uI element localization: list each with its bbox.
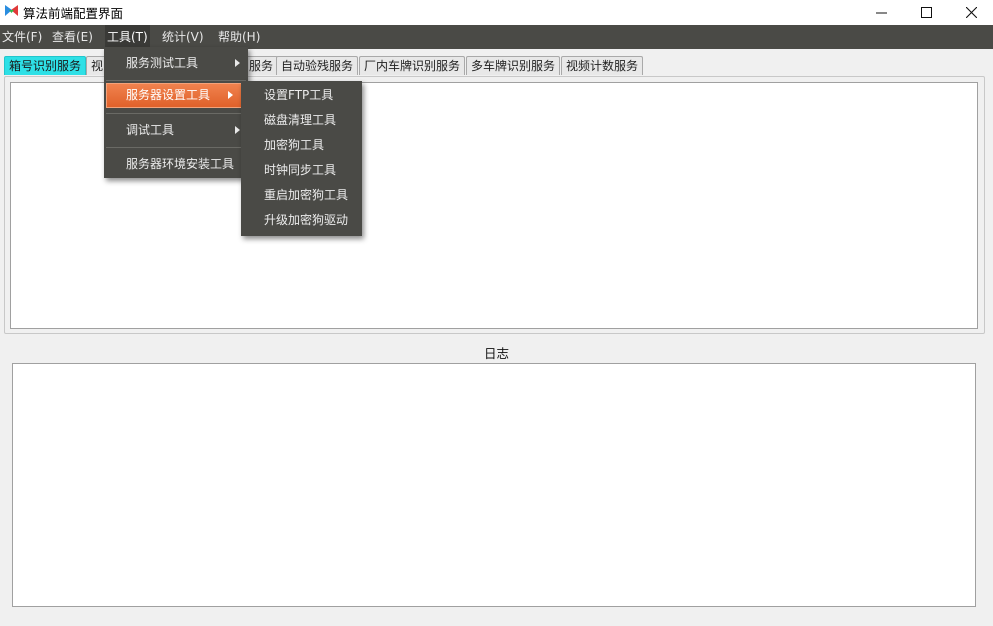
tools-menu-dropdown: 服务测试工具 服务器设置工具 调试工具 服务器环境安装工具 <box>104 47 248 178</box>
menu-item-server-settings-tool[interactable]: 服务器设置工具 <box>106 83 242 108</box>
menu-file[interactable]: 文件(F) <box>0 25 44 49</box>
menu-separator <box>106 147 246 148</box>
menu-separator <box>106 113 246 114</box>
submenu-item-clock-sync[interactable]: 时钟同步工具 <box>241 158 362 183</box>
window-title: 算法前端配置界面 <box>23 6 124 21</box>
tab-container-number-recognition[interactable]: 箱号识别服务 <box>4 56 87 75</box>
maximize-icon <box>920 7 932 18</box>
submenu-item-disk-cleanup[interactable]: 磁盘清理工具 <box>241 108 362 133</box>
close-icon <box>965 7 977 18</box>
menu-item-label: 服务器设置工具 <box>126 88 211 102</box>
menu-item-label: 调试工具 <box>126 123 175 137</box>
menu-statistics[interactable]: 统计(V) <box>160 25 206 49</box>
app-window: 算法前端配置界面 文件(F) 查看(E) 工具(T) 统计(V) 帮助(H) 箱… <box>0 0 993 626</box>
tab-auto-damage-inspection[interactable]: 自动验残服务 <box>276 56 359 75</box>
submenu-arrow-icon <box>235 126 240 134</box>
submenu-item-upgrade-dongle-driver[interactable]: 升级加密狗驱动 <box>241 208 362 233</box>
submenu-arrow-icon <box>228 91 233 99</box>
submenu-item-dongle-tool[interactable]: 加密狗工具 <box>241 133 362 158</box>
tab-factory-plate-recognition[interactable]: 厂内车牌识别服务 <box>359 56 466 75</box>
menu-bar: 文件(F) 查看(E) 工具(T) 统计(V) 帮助(H) <box>0 25 993 49</box>
log-label: 日志 <box>483 346 509 361</box>
minimize-button[interactable] <box>858 0 904 25</box>
app-logo-icon <box>5 5 18 16</box>
menu-item-debug-tool[interactable]: 调试工具 <box>104 116 248 144</box>
submenu-item-restart-dongle[interactable]: 重启加密狗工具 <box>241 183 362 208</box>
close-button[interactable] <box>948 0 993 25</box>
submenu-arrow-icon <box>235 59 240 67</box>
menu-help[interactable]: 帮助(H) <box>216 25 262 49</box>
menu-view[interactable]: 查看(E) <box>50 25 95 49</box>
title-bar: 算法前端配置界面 <box>0 0 993 25</box>
maximize-button[interactable] <box>903 0 949 25</box>
submenu-item-set-ftp[interactable]: 设置FTP工具 <box>241 83 362 108</box>
menu-item-service-test-tool[interactable]: 服务测试工具 <box>104 49 248 77</box>
minimize-icon <box>875 12 887 14</box>
menu-separator <box>106 80 246 81</box>
log-textarea[interactable] <box>12 363 976 607</box>
menu-item-label: 服务器环境安装工具 <box>126 157 235 171</box>
menu-item-server-env-install-tool[interactable]: 服务器环境安装工具 <box>104 150 248 178</box>
tab-video-counting[interactable]: 视频计数服务 <box>561 56 644 75</box>
menu-item-label: 服务测试工具 <box>126 56 199 70</box>
tab-multi-plate-recognition[interactable]: 多车牌识别服务 <box>466 56 561 75</box>
tab-hidden-service[interactable]: 服务 <box>244 56 279 75</box>
server-settings-submenu: 设置FTP工具 磁盘清理工具 加密狗工具 时钟同步工具 重启加密狗工具 升级加密… <box>241 81 362 236</box>
menu-tools[interactable]: 工具(T) <box>105 25 150 49</box>
